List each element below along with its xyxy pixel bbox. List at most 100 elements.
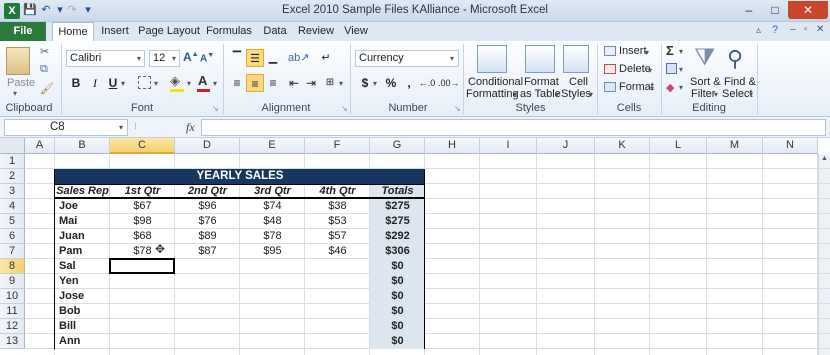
accounting-format-button[interactable]: $ <box>356 74 374 92</box>
conditional-formatting-dropdown-icon[interactable]: ▾ <box>513 90 517 99</box>
row-header-11[interactable]: 11 <box>0 304 25 319</box>
sales-value-cell[interactable]: $95 <box>240 244 305 259</box>
fill-icon[interactable] <box>666 63 677 74</box>
fill-color-dropdown-icon[interactable]: ▾ <box>187 79 191 88</box>
sales-value-cell[interactable] <box>175 304 240 319</box>
format-dropdown-icon[interactable]: ▾ <box>650 84 654 93</box>
conditional-formatting-label-2[interactable]: Formatting <box>466 88 519 100</box>
font-color-icon[interactable]: A <box>198 73 207 88</box>
tab-page-layout[interactable]: Page Layout <box>138 22 200 41</box>
underline-button[interactable]: U <box>104 74 122 92</box>
decrease-indent-icon[interactable]: ⇤ <box>285 74 303 92</box>
sales-rep-cell[interactable]: Jose <box>59 289 110 304</box>
column-header-k[interactable]: K <box>595 138 650 154</box>
format-as-table-dropdown-icon[interactable]: ▾ <box>555 90 559 99</box>
row-header-9[interactable]: 9 <box>0 274 25 289</box>
wrap-text-icon[interactable]: ↵ <box>317 49 335 67</box>
sales-value-cell[interactable] <box>175 259 240 274</box>
autosum-button[interactable]: Σ <box>666 43 674 58</box>
align-middle-icon[interactable]: ☰ <box>246 49 264 67</box>
format-painter-icon[interactable]: 🖌 <box>40 82 54 95</box>
column-header-j[interactable]: J <box>537 138 595 154</box>
column-header-d[interactable]: D <box>175 138 240 154</box>
sales-value-cell[interactable]: $67 <box>110 199 175 214</box>
sort-filter-icon[interactable]: ⧩ <box>694 44 715 72</box>
sales-value-cell[interactable] <box>110 319 175 334</box>
sales-rep-cell[interactable]: Pam <box>59 244 110 259</box>
column-header-b[interactable]: B <box>55 138 110 154</box>
autosum-dropdown-icon[interactable]: ▾ <box>679 47 683 56</box>
total-cell[interactable]: $0 <box>370 289 425 304</box>
conditional-formatting-icon[interactable] <box>477 45 507 73</box>
sales-value-cell[interactable] <box>305 259 370 274</box>
sales-value-cell[interactable]: $68 <box>110 229 175 244</box>
sales-value-cell[interactable] <box>305 289 370 304</box>
sales-rep-cell[interactable]: Mai <box>59 214 110 229</box>
sales-rep-cell[interactable]: Bob <box>59 304 110 319</box>
help-icon[interactable]: ? <box>772 24 778 36</box>
sales-value-cell[interactable] <box>305 304 370 319</box>
insert-cells-icon[interactable] <box>604 46 616 56</box>
sales-value-cell[interactable]: $87 <box>175 244 240 259</box>
merge-dropdown-icon[interactable]: ▾ <box>339 79 343 88</box>
column-header-c[interactable]: C <box>110 138 175 154</box>
cell-styles-label-1[interactable]: Cell <box>569 76 588 88</box>
column-header-f[interactable]: F <box>305 138 370 154</box>
align-right-icon[interactable]: ≡ <box>264 74 282 92</box>
sales-value-cell[interactable] <box>305 334 370 349</box>
sales-value-cell[interactable] <box>110 304 175 319</box>
sales-rep-cell[interactable]: Bill <box>59 319 110 334</box>
font-dialog-launcher-icon[interactable]: ↘ <box>212 104 219 113</box>
total-cell[interactable]: $292 <box>370 229 425 244</box>
sales-value-cell[interactable] <box>305 319 370 334</box>
sales-value-cell[interactable] <box>240 304 305 319</box>
sales-rep-cell[interactable]: Juan <box>59 229 110 244</box>
decrease-decimal-icon[interactable]: .00→ <box>438 74 460 92</box>
delete-button[interactable]: Delete <box>619 63 651 75</box>
name-box[interactable]: C8 <box>4 119 128 136</box>
formula-bar-grip-icon[interactable]: ⁝ <box>134 121 144 133</box>
column-header-g[interactable]: G <box>370 138 425 154</box>
sales-value-cell[interactable]: $46 <box>305 244 370 259</box>
delete-dropdown-icon[interactable]: ▾ <box>648 66 652 75</box>
insert-button[interactable]: Insert <box>619 45 647 57</box>
column-header-h[interactable]: H <box>425 138 480 154</box>
row-header-5[interactable]: 5 <box>0 214 25 229</box>
sales-value-cell[interactable] <box>305 274 370 289</box>
sales-value-cell[interactable]: $53 <box>305 214 370 229</box>
format-as-table-icon[interactable] <box>525 45 555 73</box>
tab-insert[interactable]: Insert <box>96 22 134 41</box>
sales-value-cell[interactable]: $76 <box>175 214 240 229</box>
total-cell[interactable]: $0 <box>370 334 425 349</box>
sales-value-cell[interactable]: $89 <box>175 229 240 244</box>
sales-value-cell[interactable] <box>240 319 305 334</box>
font-color-dropdown-icon[interactable]: ▾ <box>213 79 217 88</box>
sales-value-cell[interactable] <box>175 289 240 304</box>
font-name-dropdown-icon[interactable]: ▾ <box>137 54 141 63</box>
font-size-dropdown-icon[interactable]: ▾ <box>172 54 176 63</box>
sales-value-cell[interactable] <box>175 334 240 349</box>
total-cell[interactable]: $0 <box>370 319 425 334</box>
align-center-icon[interactable]: ≡ <box>246 74 264 92</box>
insert-function-button[interactable]: fx <box>186 120 195 135</box>
format-button[interactable]: Format <box>619 81 654 93</box>
align-bottom-icon[interactable]: ▁ <box>264 49 282 67</box>
font-name-select[interactable]: Calibri <box>66 50 145 67</box>
sort-filter-label-1[interactable]: Sort & <box>690 76 721 88</box>
sales-rep-cell[interactable]: Joe <box>59 199 110 214</box>
format-cells-icon[interactable] <box>604 82 616 92</box>
selected-cell-outline[interactable] <box>109 258 175 274</box>
borders-dropdown-icon[interactable]: ▾ <box>154 79 158 88</box>
workbook-close-icon[interactable]: ✕ <box>816 24 824 35</box>
sales-rep-cell[interactable]: Yen <box>59 274 110 289</box>
column-header-a[interactable]: A <box>25 138 55 154</box>
column-header-e[interactable]: E <box>240 138 305 154</box>
shrink-font-icon[interactable]: A▼ <box>200 52 214 64</box>
row-header-3[interactable]: 3 <box>0 184 25 199</box>
tab-formulas[interactable]: Formulas <box>204 22 254 41</box>
tab-file[interactable]: File <box>0 22 46 41</box>
total-cell[interactable]: $306 <box>370 244 425 259</box>
row-header-7[interactable]: 7 <box>0 244 25 259</box>
row-header-8[interactable]: 8 <box>0 259 25 274</box>
row-header-4[interactable]: 4 <box>0 199 25 214</box>
